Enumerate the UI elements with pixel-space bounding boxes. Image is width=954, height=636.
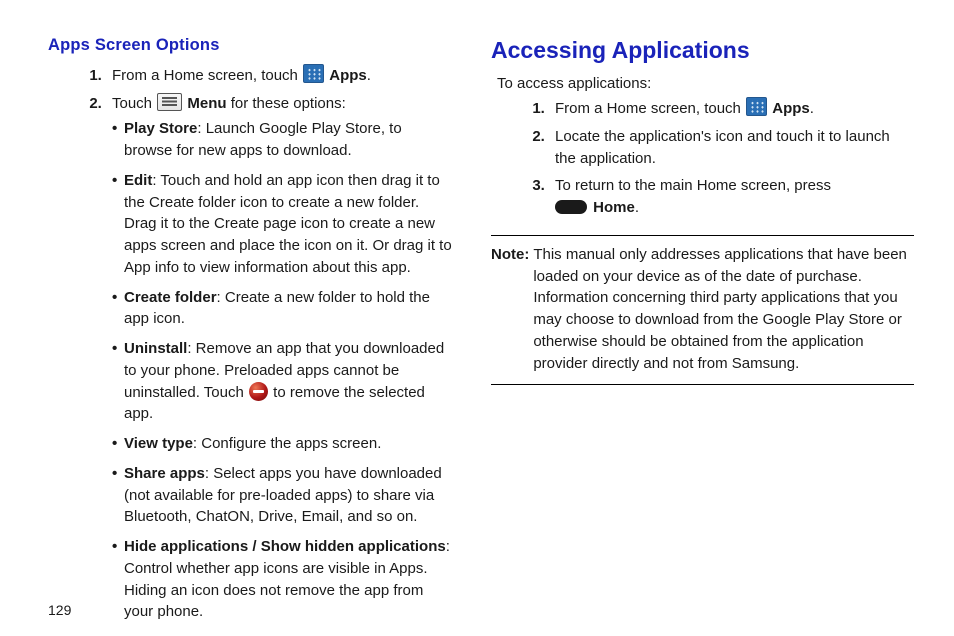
opt-play-store: Play Store: Launch Google Play Store, to… — [112, 118, 453, 162]
text: for these options: — [227, 95, 346, 112]
home-label-text: Home — [593, 199, 635, 216]
opt-title: Uninstall — [124, 340, 187, 357]
opt-create-folder: Create folder: Create a new folder to ho… — [112, 287, 453, 331]
apps-label-text: Apps — [772, 100, 810, 117]
right-step-2: Locate the application's icon and touch … — [549, 126, 914, 170]
opt-title: Share apps — [124, 465, 205, 482]
text: . — [810, 100, 814, 117]
right-step-3: To return to the main Home screen, press… — [549, 175, 914, 219]
apps-icon — [303, 64, 324, 83]
opt-title: Play Store — [124, 120, 197, 137]
home-icon — [555, 200, 587, 214]
apps-icon — [746, 97, 767, 116]
text: . — [367, 67, 371, 84]
opt-body: : Touch and hold an app icon then drag i… — [124, 172, 452, 276]
page-number: 129 — [48, 600, 71, 620]
opt-edit: Edit: Touch and hold an app icon then dr… — [112, 170, 453, 279]
text: . — [635, 199, 639, 216]
remove-icon — [249, 382, 268, 401]
text: Touch — [112, 95, 156, 112]
left-step-2: Touch Menu for these options: Play Store… — [106, 93, 453, 624]
menu-icon — [157, 93, 182, 111]
note-box: Note: This manual only addresses applica… — [491, 235, 914, 386]
manual-page: Apps Screen Options From a Home screen, … — [0, 0, 954, 636]
menu-label-text: Menu — [187, 95, 226, 112]
opt-body: : Configure the apps screen. — [193, 435, 381, 452]
note-body: This manual only addresses applications … — [533, 244, 914, 375]
right-step-1: From a Home screen, touch Apps. — [549, 97, 914, 120]
right-steps: From a Home screen, touch Apps. Locate t… — [505, 97, 914, 219]
opt-hide-applications: Hide applications / Show hidden applicat… — [112, 536, 453, 623]
opt-share-apps: Share apps: Select apps you have downloa… — [112, 463, 453, 528]
left-column: Apps Screen Options From a Home screen, … — [20, 34, 477, 626]
menu-options-list: Play Store: Launch Google Play Store, to… — [112, 118, 453, 623]
accessing-applications-heading: Accessing Applications — [491, 34, 914, 67]
text: From a Home screen, touch — [555, 100, 745, 117]
apps-screen-options-heading: Apps Screen Options — [48, 34, 453, 58]
opt-view-type: View type: Configure the apps screen. — [112, 433, 453, 455]
left-steps: From a Home screen, touch Apps. Touch Me… — [62, 64, 453, 623]
note-label: Note: — [491, 244, 533, 375]
left-step-1: From a Home screen, touch Apps. — [106, 64, 453, 87]
opt-title: Edit — [124, 172, 152, 189]
right-column: Accessing Applications To access applica… — [477, 34, 934, 626]
opt-title: Hide applications / Show hidden applicat… — [124, 538, 446, 555]
opt-uninstall: Uninstall: Remove an app that you downlo… — [112, 338, 453, 425]
apps-label-text: Apps — [329, 67, 367, 84]
text: To return to the main Home screen, press — [555, 177, 831, 194]
text: From a Home screen, touch — [112, 67, 302, 84]
opt-title: View type — [124, 435, 193, 452]
opt-title: Create folder — [124, 289, 217, 306]
right-intro: To access applications: — [491, 73, 914, 95]
